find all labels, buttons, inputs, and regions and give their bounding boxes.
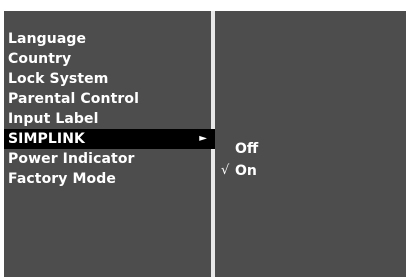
simplink-options-list: Off √ On [219,138,399,182]
menu-item-label: Parental Control [8,91,139,107]
menu-item-lock-system[interactable]: Lock System [4,69,215,89]
option-on[interactable]: √ On [219,160,399,182]
option-label: On [235,163,257,179]
menu-item-label: SIMPLINK [8,131,85,147]
option-menu-list: Language Country Lock System Parental Co… [4,29,215,189]
arrow-right-icon: ► [199,133,207,144]
check-icon: √ [221,163,230,178]
menu-item-label: Language [8,31,87,47]
menu-item-factory-mode[interactable]: Factory Mode [4,169,215,189]
osd-screen: Language Country Lock System Parental Co… [0,0,409,280]
menu-item-input-label[interactable]: Input Label [4,109,215,129]
option-label: Off [235,141,259,157]
menu-item-country[interactable]: Country [4,49,215,69]
menu-item-label: Lock System [8,71,109,87]
menu-item-simplink[interactable]: SIMPLINK ► [4,129,215,149]
option-off[interactable]: Off [219,138,399,160]
menu-item-power-indicator[interactable]: Power Indicator [4,149,215,169]
menu-item-label: Country [8,51,72,67]
menu-item-label: Power Indicator [8,151,135,167]
menu-item-parental-control[interactable]: Parental Control [4,89,215,109]
menu-item-language[interactable]: Language [4,29,215,49]
menu-item-label: Input Label [8,111,99,127]
menu-item-label: Factory Mode [8,171,116,187]
